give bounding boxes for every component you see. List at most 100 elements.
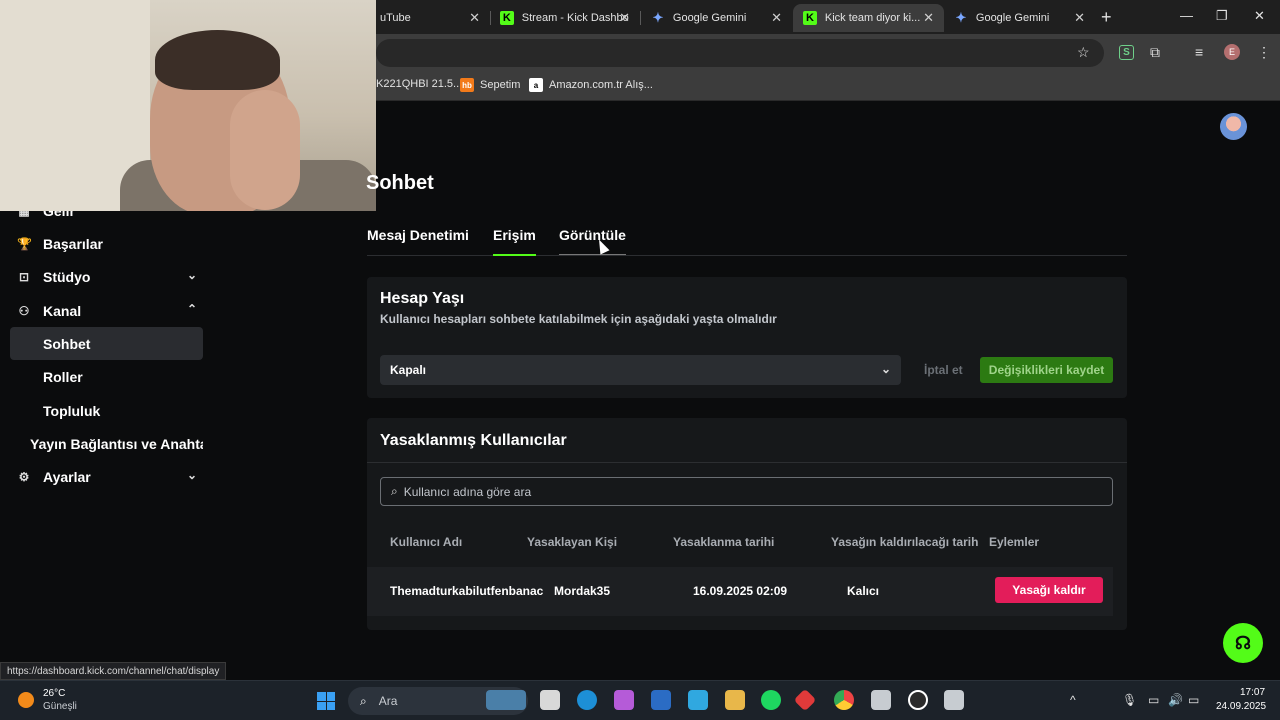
sidebar-item-sohbet[interactable]: Sohbet <box>10 327 203 360</box>
browser-tab[interactable]: K Stream - Kick Dashbo ✕ <box>490 4 640 32</box>
sidebar-item-studyo[interactable]: ⊡ Stüdyo ⌄ <box>10 260 203 293</box>
weather-sun-icon[interactable] <box>18 692 34 708</box>
table-row: Themadturkabilutfenbanac Mordak35 16.09.… <box>367 567 1113 616</box>
weather-condition: Güneşli <box>43 701 77 712</box>
browser-tab[interactable]: ✦ Google Gemini ✕ <box>944 4 1095 32</box>
cell-username: Themadturkabilutfenbanac <box>390 584 544 598</box>
media-control-icon[interactable]: ≡ <box>1195 44 1203 60</box>
cell-unban-at: Kalıcı <box>847 584 880 598</box>
microphone-icon[interactable]: 🎙 <box>1122 693 1137 707</box>
obs-icon[interactable] <box>908 690 928 710</box>
cancel-button[interactable]: İptal et <box>924 363 963 377</box>
sidebar-item-ayarlar[interactable]: ⚙ Ayarlar ⌄ <box>10 460 203 493</box>
close-tab-icon[interactable]: ✕ <box>923 10 934 26</box>
monitor-icon[interactable]: ▭ <box>1148 693 1159 707</box>
channel-icon: ⚇ <box>18 303 30 318</box>
windows-start-icon[interactable] <box>317 692 335 710</box>
minimize-icon[interactable]: — <box>1180 8 1193 23</box>
browser-tab[interactable]: ✦ Google Gemini ✕ <box>641 4 792 32</box>
clock-time[interactable]: 17:07 <box>1240 687 1265 698</box>
settings-tabs: Mesaj Denetimi Erişim Görüntüle <box>367 226 1127 256</box>
tray-chevron-icon[interactable]: ^ <box>1070 693 1076 707</box>
status-url: https://dashboard.kick.com/channel/chat/… <box>0 662 227 680</box>
kick-icon: K <box>803 11 817 25</box>
edge-icon[interactable] <box>577 690 597 710</box>
app-diamond-icon[interactable] <box>793 688 817 712</box>
banned-search-input[interactable]: ⌕ Kullanıcı adına göre ara <box>380 477 1113 506</box>
file-explorer-icon[interactable] <box>725 690 745 710</box>
search-placeholder: Kullanıcı adına göre ara <box>403 484 532 499</box>
search-highlight-icon[interactable] <box>486 690 526 710</box>
chevron-down-icon: ⌄ <box>880 362 891 376</box>
kick-icon: K <box>500 11 514 25</box>
sidebar-item-label: Başarılar <box>43 235 103 252</box>
volume-icon[interactable]: 🔊 <box>1168 693 1183 707</box>
extensions-icon[interactable]: ⧉ <box>1150 44 1160 61</box>
search-icon: ⌕ <box>391 484 398 498</box>
column-header: Yasaklayan Kişi <box>527 535 618 549</box>
gemini-icon: ✦ <box>652 10 664 25</box>
webcam-hand <box>230 90 300 210</box>
bookmark-item[interactable]: K221QHBI 21.5... <box>376 78 462 90</box>
bookmark-label: Amazon.com.tr Alış... <box>549 79 653 91</box>
save-changes-button[interactable]: Değişiklikleri kaydet <box>980 357 1113 383</box>
headset-icon: ☊ <box>1235 632 1251 653</box>
new-tab-icon[interactable]: + <box>1101 7 1112 28</box>
sidebar-item-label: Roller <box>43 368 83 385</box>
sidebar-item-kanal[interactable]: ⚇ Kanal ⌃ <box>10 294 203 327</box>
account-age-select[interactable]: Kapalı ⌄ <box>380 355 901 385</box>
sidebar-item-roller[interactable]: Roller <box>10 360 203 393</box>
close-tab-icon[interactable]: ✕ <box>469 10 480 26</box>
webcam-hair <box>155 30 280 90</box>
tab-title: uTube <box>380 12 411 24</box>
clock-date[interactable]: 24.09.2025 <box>1216 701 1266 712</box>
trophy-icon: 🏆 <box>17 236 32 251</box>
browser-tab-active[interactable]: K Kick team diyor ki... ✕ <box>793 4 944 32</box>
tab-title: Google Gemini <box>672 12 747 24</box>
copilot-icon[interactable] <box>614 690 634 710</box>
window-close-icon[interactable]: ✕ <box>1254 8 1265 24</box>
close-tab-icon[interactable]: ✕ <box>1074 10 1085 26</box>
bookmark-item[interactable]: hb Sepetim <box>460 78 520 92</box>
support-chat-button[interactable]: ☊ <box>1223 623 1263 663</box>
account-age-subtitle: Kullanıcı hesapları sohbete katılabilmek… <box>380 312 777 326</box>
close-tab-icon[interactable]: ✕ <box>771 10 782 26</box>
document-icon[interactable] <box>944 690 964 710</box>
studio-icon: ⊡ <box>18 269 30 284</box>
app-icon[interactable] <box>688 690 708 710</box>
spotify-icon[interactable] <box>761 690 781 710</box>
unban-button[interactable]: Yasağı kaldır <box>995 577 1103 603</box>
chevron-up-icon[interactable]: ⌃ <box>187 302 197 316</box>
tab-goruntule[interactable]: Görüntüle <box>559 227 626 255</box>
notepad-icon[interactable] <box>871 690 891 710</box>
browser-tab[interactable]: uTube ✕ <box>370 4 490 32</box>
tab-mesaj-denetimi[interactable]: Mesaj Denetimi <box>367 227 469 254</box>
banned-users-title: Yasaklanmış Kullanıcılar <box>380 432 567 449</box>
address-bar[interactable] <box>376 39 1104 67</box>
sidebar-item-label: Sohbet <box>43 335 91 352</box>
browser-menu-icon[interactable]: ⋮ <box>1257 44 1271 61</box>
restore-icon[interactable]: ❐ <box>1216 8 1228 24</box>
extension-s-icon[interactable]: S <box>1119 45 1134 60</box>
battery-icon[interactable]: ▭ <box>1188 693 1199 707</box>
chevron-down-icon[interactable]: ⌄ <box>187 268 197 282</box>
profile-avatar-icon[interactable]: E <box>1224 44 1240 60</box>
sidebar-item-yayin-baglantisi[interactable]: Yayın Bağlantısı ve Anahtarı <box>10 427 203 460</box>
chevron-down-icon[interactable]: ⌄ <box>187 468 197 482</box>
chrome-icon[interactable] <box>834 690 854 710</box>
bookmark-star-icon[interactable]: ☆ <box>1077 44 1090 61</box>
user-avatar[interactable] <box>1220 113 1247 140</box>
amazon-icon: a <box>529 78 543 92</box>
sidebar-item-topluluk[interactable]: Topluluk <box>10 394 203 427</box>
sidebar-item-basarilar[interactable]: 🏆 Başarılar <box>10 227 203 260</box>
gemini-icon: ✦ <box>955 10 967 25</box>
bookmark-item[interactable]: a Amazon.com.tr Alış... <box>529 78 653 92</box>
column-header: Yasaklanma tarihi <box>673 535 775 549</box>
cell-banned-at: 16.09.2025 02:09 <box>693 584 788 598</box>
task-view-icon[interactable] <box>540 690 560 710</box>
weather-temperature: 26°C <box>43 688 66 699</box>
close-tab-icon[interactable]: ✕ <box>619 10 630 26</box>
tab-erisim[interactable]: Erişim <box>493 227 536 256</box>
store-icon[interactable] <box>651 690 671 710</box>
sidebar-item-label: Stüdyo <box>43 268 91 285</box>
